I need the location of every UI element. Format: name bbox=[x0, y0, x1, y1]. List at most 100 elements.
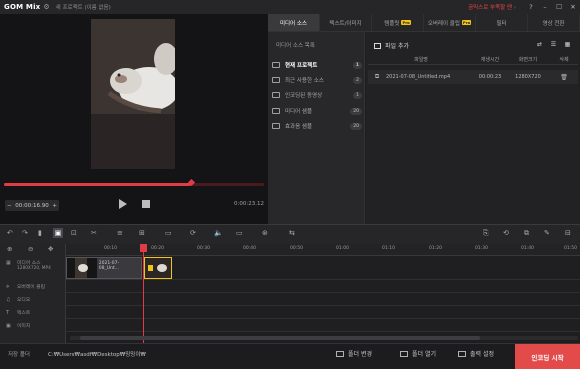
file-duration: 00:00:23 bbox=[478, 74, 502, 80]
tick-label: 01:20 bbox=[429, 246, 442, 251]
sidebar-item-encoded[interactable]: 인코딩된 동영상 1 bbox=[272, 89, 362, 101]
select-tool-icon[interactable]: ▣ bbox=[53, 228, 63, 238]
col-size: 화면크기 bbox=[518, 57, 538, 63]
stop-button[interactable] bbox=[142, 200, 150, 208]
folder-icon bbox=[272, 62, 280, 68]
folder-icon bbox=[272, 77, 280, 83]
tick-label: 01:00 bbox=[336, 246, 349, 251]
track-label-overlay: ⟡ 오버레이 클립 bbox=[6, 283, 45, 291]
save-folder-path: C:₩Users₩asdf₩Desktop₩밍밍이₩ bbox=[48, 352, 146, 358]
media-clip[interactable]: 2021-07-08_Unt... bbox=[66, 257, 142, 279]
maximize-icon[interactable]: ☐ bbox=[552, 3, 566, 11]
tick-label: 01:30 bbox=[475, 246, 488, 251]
adjust-icon[interactable]: ≡ bbox=[117, 229, 123, 237]
sidebar-item-recent[interactable]: 최근 사용한 소스 2 bbox=[272, 74, 362, 86]
sidebar-item-sound-samples[interactable]: 효과음 샘플 20 bbox=[272, 120, 362, 132]
track-sub-label: 1280X720, MP4 bbox=[17, 266, 51, 271]
gear-icon[interactable]: ⚙ bbox=[43, 3, 49, 11]
output-settings-button[interactable]: 출력 설정 bbox=[458, 349, 494, 358]
save-frame-icon[interactable]: ⎘ bbox=[483, 229, 489, 238]
split-icon[interactable]: ⊡ bbox=[71, 229, 77, 237]
cut-icon[interactable]: ✂ bbox=[91, 229, 97, 237]
change-folder-label: 폴더 변경 bbox=[348, 351, 372, 358]
sort-icon[interactable]: ⇄ bbox=[535, 41, 544, 48]
rotate-icon[interactable]: ⟳ bbox=[190, 229, 196, 237]
play-button[interactable] bbox=[119, 199, 127, 209]
folder-change-icon bbox=[336, 350, 344, 357]
folder-icon bbox=[400, 350, 408, 357]
settings-icon[interactable]: ⊟ bbox=[565, 229, 571, 237]
trash-icon[interactable]: 🗑 bbox=[550, 74, 578, 81]
sidebar-item-current-project[interactable]: 현재 프로젝트 1 bbox=[272, 59, 362, 71]
current-time[interactable]: 00:00:16.90 bbox=[15, 203, 48, 209]
copy-icon[interactable]: ⧉ bbox=[524, 229, 529, 238]
time-plus-button[interactable]: + bbox=[52, 203, 57, 209]
redo-icon[interactable]: ↷ bbox=[22, 229, 28, 237]
tab-template[interactable]: 템플릿 Pro bbox=[372, 14, 424, 31]
clip-thumbnail bbox=[67, 258, 97, 278]
sidebar-item-label: 인코딩된 동영상 bbox=[285, 93, 323, 99]
add-file-button[interactable]: 파일 추가 bbox=[374, 41, 409, 50]
tick-label: 00:40 bbox=[243, 246, 256, 251]
save-folder-label: 저장 폴더 bbox=[8, 352, 30, 358]
media-clip-selected[interactable] bbox=[144, 257, 172, 279]
caption-icon[interactable]: ▭ bbox=[236, 229, 243, 237]
tab-transition[interactable]: 영상 전환 bbox=[528, 14, 580, 31]
speed-icon[interactable]: ⊛ bbox=[262, 229, 268, 237]
sidebar-item-media-samples[interactable]: 미디어 샘플 20 bbox=[272, 105, 362, 117]
upgrade-link[interactable]: 곰믹스로 부족할 땐 › bbox=[468, 3, 516, 11]
time-minus-button[interactable]: − bbox=[7, 203, 12, 209]
col-delete: 삭제 bbox=[559, 57, 569, 63]
tab-text-image[interactable]: 텍스트/이미지 bbox=[320, 14, 372, 31]
fit-icon[interactable]: ✥ bbox=[48, 245, 53, 253]
tab-overlay-clip[interactable]: 오버레이 클립 Pro bbox=[424, 14, 476, 31]
track-label-text: 이미지 bbox=[17, 324, 31, 329]
count-badge: 2 bbox=[353, 76, 362, 84]
tab-label: 텍스트/이미지 bbox=[329, 20, 362, 27]
change-folder-button[interactable]: 폴더 변경 bbox=[336, 349, 372, 358]
close-icon[interactable]: ✕ bbox=[566, 3, 580, 11]
tab-label: 영상 전환 bbox=[542, 20, 565, 27]
track-label-text: 오디오 bbox=[17, 298, 31, 303]
help-icon[interactable]: ? bbox=[524, 3, 538, 11]
sidebar-item-label: 효과음 샘플 bbox=[285, 124, 313, 130]
total-duration: 0:00:23.12 bbox=[234, 201, 264, 207]
view-list-icon[interactable]: ☰ bbox=[549, 41, 558, 48]
encode-start-button[interactable]: 인코딩 시작 bbox=[515, 344, 580, 369]
edit-icon[interactable]: ✎ bbox=[544, 229, 550, 237]
output-settings-label: 출력 설정 bbox=[470, 351, 494, 358]
minimize-icon[interactable]: – bbox=[538, 3, 552, 11]
add-file-icon bbox=[374, 42, 381, 49]
capture-icon[interactable]: ⟲ bbox=[503, 229, 509, 237]
reverse-icon[interactable]: ⇆ bbox=[289, 229, 295, 237]
screen-icon[interactable]: ▭ bbox=[165, 229, 172, 237]
tab-media-source[interactable]: 미디어 소스 bbox=[268, 14, 320, 31]
folder-icon bbox=[272, 108, 280, 114]
zoom-out-icon[interactable]: ⊖ bbox=[28, 245, 33, 253]
crop-icon[interactable]: ⊞ bbox=[139, 229, 145, 237]
delete-icon[interactable]: ▮ bbox=[38, 229, 42, 237]
timeline-scroll-thumb[interactable] bbox=[80, 336, 480, 340]
count-badge: 20 bbox=[350, 122, 362, 130]
playhead-handle[interactable] bbox=[140, 244, 147, 252]
title-bar: GOM Mix ⚙ 새 프로젝트 (이름 없음) 곰믹스로 부족할 땐 › ? … bbox=[0, 0, 580, 14]
source-tabs: 미디어 소스 텍스트/이미지 템플릿 Pro 오버레이 클립 Pro 필터 영상 전… bbox=[268, 14, 580, 32]
time-stepper[interactable]: − 00:00:16.90 + bbox=[5, 200, 59, 211]
table-row[interactable]: ⧉ 2021-07-08_Untitled.mp4 00:00:23 1280X… bbox=[368, 70, 578, 84]
folder-icon bbox=[272, 123, 280, 129]
zoom-in-icon[interactable]: ⊕ bbox=[7, 245, 12, 253]
clip-name: 2021-07-08_Unt... bbox=[98, 261, 120, 271]
volume-icon[interactable]: 🔈 bbox=[214, 229, 223, 237]
folder-icon bbox=[272, 92, 280, 98]
open-folder-label: 폴더 열기 bbox=[412, 351, 436, 358]
open-folder-button[interactable]: 폴더 열기 bbox=[400, 349, 436, 358]
track-label-text: 텍스트 bbox=[17, 311, 31, 316]
track-label-audio: ♫ 오디오 bbox=[6, 296, 31, 304]
undo-icon[interactable]: ↶ bbox=[7, 229, 13, 237]
track-label-media: ▦ 미디어 소스 1280X720, MP4 bbox=[6, 259, 51, 272]
tab-filter[interactable]: 필터 bbox=[476, 14, 528, 31]
tick-label: 01:50 bbox=[564, 246, 577, 251]
view-grid-icon[interactable]: ▦ bbox=[563, 41, 572, 48]
tick-label: 00:50 bbox=[290, 246, 303, 251]
playhead[interactable] bbox=[143, 244, 144, 344]
